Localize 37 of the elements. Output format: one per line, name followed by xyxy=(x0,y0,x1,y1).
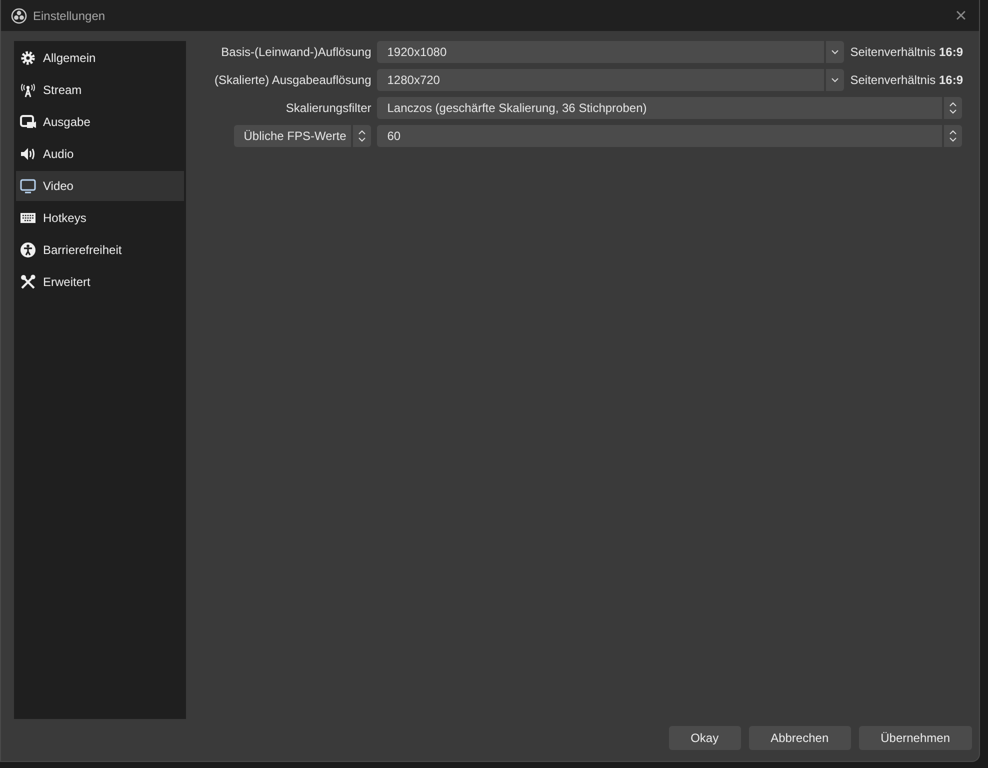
sidebar-item[interactable]: Video xyxy=(16,171,184,201)
window-title: Einstellungen xyxy=(33,8,106,22)
up-down-icon xyxy=(357,129,368,143)
gear-icon xyxy=(20,50,36,66)
antenna-icon xyxy=(20,82,36,98)
dialog-button[interactable]: Abbrechen xyxy=(748,726,851,750)
setting-label: Skalierungsfilter xyxy=(286,101,372,115)
logo-icon xyxy=(11,8,27,24)
aspect-ratio-text: Seitenverhältnis 16:9 xyxy=(850,73,963,87)
up-down-icon xyxy=(948,101,958,115)
sidebar-item[interactable]: Ausgabe xyxy=(16,107,184,137)
close-button[interactable]: × xyxy=(949,6,973,26)
resolution-combo[interactable]: 1280x720 xyxy=(377,69,844,91)
sidebar-item[interactable]: Hotkeys xyxy=(16,203,184,233)
dialog-button[interactable]: Übernehmen xyxy=(858,726,972,750)
monitor-icon xyxy=(20,178,36,194)
dialog-button[interactable]: Okay xyxy=(668,726,741,750)
setting-label: (Skalierte) Ausgabeauflösung xyxy=(214,73,372,87)
sidebar-item[interactable]: Audio xyxy=(16,139,184,169)
resolution-combo[interactable]: 1920x1080 xyxy=(377,41,844,63)
keyboard-icon xyxy=(20,210,36,226)
fps-mode-select[interactable]: Übliche FPS-Werte xyxy=(234,125,372,147)
tools-icon xyxy=(20,274,36,290)
sidebar-item[interactable]: Allgemein xyxy=(16,43,184,73)
screen-camera-icon xyxy=(20,114,36,130)
up-down-icon xyxy=(948,129,958,143)
fps-select[interactable]: 60 xyxy=(377,125,962,147)
speaker-icon xyxy=(20,146,36,162)
chevron-down-icon xyxy=(830,75,840,85)
sidebar-item[interactable]: Barrierefreiheit xyxy=(16,235,184,265)
sidebar-item[interactable]: Stream xyxy=(16,75,184,105)
filter-select[interactable]: Lanczos (geschärfte Skalierung, 36 Stichproben) xyxy=(377,97,962,119)
aspect-ratio-text: Seitenverhältnis 16:9 xyxy=(850,45,963,59)
setting-label: Basis-(Leinwand-)Auflösung xyxy=(221,45,372,59)
chevron-down-icon xyxy=(830,47,840,57)
sidebar-item[interactable]: Erweitert xyxy=(16,267,184,297)
person-icon xyxy=(20,242,36,258)
